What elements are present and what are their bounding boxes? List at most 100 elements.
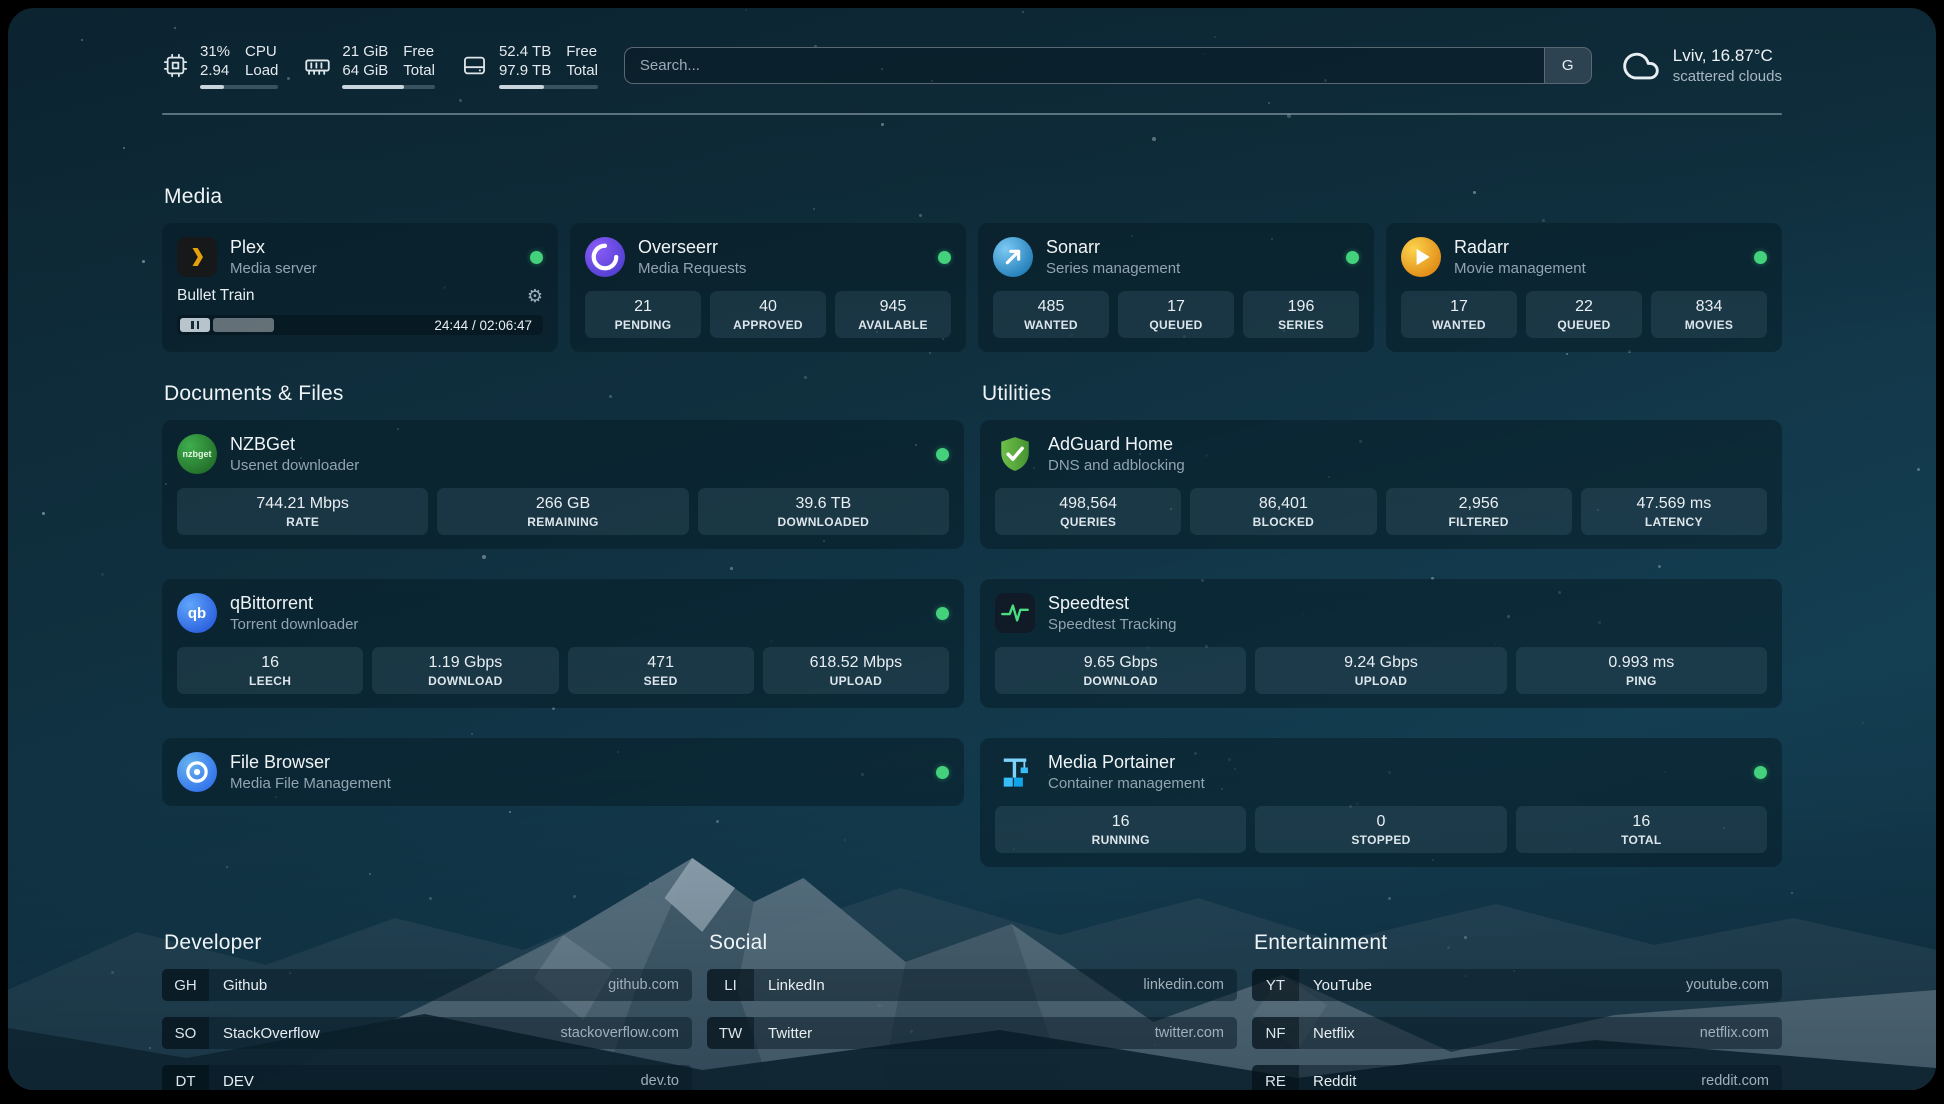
stat-label: DOWNLOADED	[700, 515, 947, 529]
stat-value: 266 GB	[439, 495, 686, 513]
playback-time: 24:44 / 02:06:47	[434, 318, 540, 333]
stat-movies: 834 MOVIES	[1651, 291, 1767, 338]
stat-label: QUEUED	[1528, 318, 1640, 332]
stat-download: 1.19 Gbps DOWNLOAD	[372, 647, 558, 694]
pause-button[interactable]	[180, 318, 210, 332]
search-input[interactable]	[625, 48, 1544, 83]
stat-running: 16 RUNNING	[995, 806, 1246, 853]
service-name: File Browser	[230, 752, 923, 773]
stat-queries: 498,564 QUERIES	[995, 488, 1181, 535]
bookmark-abbr: RE	[1252, 1065, 1299, 1090]
gear-icon[interactable]: ⚙	[527, 287, 543, 305]
status-dot-online	[530, 251, 543, 264]
stat-label: DOWNLOAD	[997, 674, 1244, 688]
stat-value: 17	[1403, 298, 1515, 316]
memory-icon	[304, 52, 331, 79]
stat-label: DOWNLOAD	[374, 674, 556, 688]
section-media: Media Plex Media server Bullet Train ⚙ 2…	[162, 185, 1782, 352]
bookmark-github[interactable]: GH Github github.com	[162, 969, 692, 1001]
service-subtitle: Usenet downloader	[230, 457, 923, 474]
service-card-portainer[interactable]: Media Portainer Container management 16 …	[980, 738, 1782, 867]
service-name: Speedtest	[1048, 593, 1767, 614]
bookmark-url: reddit.com	[1701, 1073, 1782, 1089]
stat-value: 618.52 Mbps	[765, 654, 947, 672]
service-card-overseerr[interactable]: Overseerr Media Requests 21 PENDING 40 A…	[570, 223, 966, 352]
bookmark-netflix[interactable]: NF Netflix netflix.com	[1252, 1017, 1782, 1049]
stat-queued: 17 QUEUED	[1118, 291, 1234, 338]
section-title-entertainment: Entertainment	[1254, 931, 1782, 955]
header-divider	[162, 113, 1782, 115]
bookmark-reddit[interactable]: RE Reddit reddit.com	[1252, 1065, 1782, 1090]
top-bar: 31% 2.94 CPU Load	[162, 8, 1782, 89]
cpu-progress	[200, 85, 278, 89]
service-card-plex[interactable]: Plex Media server Bullet Train ⚙ 24:44 /…	[162, 223, 558, 352]
bookmark-name: LinkedIn	[768, 977, 825, 994]
status-dot-online	[936, 448, 949, 461]
service-card-sonarr[interactable]: Sonarr Series management 485 WANTED 17 Q…	[978, 223, 1374, 352]
bookmark-name: Reddit	[1313, 1073, 1356, 1090]
bookmark-url: github.com	[608, 977, 692, 993]
now-playing-title: Bullet Train	[177, 287, 255, 305]
service-card-nzbget[interactable]: nzbget NZBGet Usenet downloader 744.21 M…	[162, 420, 964, 549]
bookmark-youtube[interactable]: YT YouTube youtube.com	[1252, 969, 1782, 1001]
disk-widget: 52.4 TB 97.9 TB Free Total	[461, 42, 598, 89]
search-provider-button[interactable]: G	[1544, 48, 1591, 83]
service-subtitle: Media Requests	[638, 260, 925, 277]
service-subtitle: Torrent downloader	[230, 616, 923, 633]
bookmark-dev[interactable]: DT DEV dev.to	[162, 1065, 692, 1090]
section-utilities: Utilities AdGuard Home DNS and adblockin…	[980, 382, 1782, 867]
stat-remaining: 266 GB REMAINING	[437, 488, 688, 535]
service-subtitle: Speedtest Tracking	[1048, 616, 1767, 633]
stat-label: PENDING	[587, 318, 699, 332]
stat-value: 945	[837, 298, 949, 316]
stat-label: RATE	[179, 515, 426, 529]
playback-bar[interactable]: 24:44 / 02:06:47	[177, 315, 543, 335]
stat-label: WANTED	[995, 318, 1107, 332]
bookmark-linkedin[interactable]: LI LinkedIn linkedin.com	[707, 969, 1237, 1001]
bookmark-stackoverflow[interactable]: SO StackOverflow stackoverflow.com	[162, 1017, 692, 1049]
stat-value: 16	[179, 654, 361, 672]
service-card-speedtest[interactable]: Speedtest Speedtest Tracking 9.65 Gbps D…	[980, 579, 1782, 708]
stat-label: MOVIES	[1653, 318, 1765, 332]
stat-label: TOTAL	[1518, 833, 1765, 847]
service-card-qbittorrent[interactable]: qb qBittorrent Torrent downloader 16 LEE…	[162, 579, 964, 708]
service-name: qBittorrent	[230, 593, 923, 614]
cpu-values: 31% 2.94	[200, 42, 230, 80]
service-card-radarr[interactable]: Radarr Movie management 17 WANTED 22 QUE…	[1386, 223, 1782, 352]
service-header: nzbget NZBGet Usenet downloader	[177, 434, 949, 474]
overseerr-icon	[585, 237, 625, 277]
stat-series: 196 SERIES	[1243, 291, 1359, 338]
stat-pending: 21 PENDING	[585, 291, 701, 338]
stat-latency: 47.569 ms LATENCY	[1581, 488, 1767, 535]
stat-value: 2,956	[1388, 495, 1570, 513]
stat-value: 40	[712, 298, 824, 316]
stat-upload: 9.24 Gbps UPLOAD	[1255, 647, 1506, 694]
stat-downloaded: 39.6 TB DOWNLOADED	[698, 488, 949, 535]
cpu-labels: CPU Load	[245, 42, 278, 80]
stat-label: APPROVED	[712, 318, 824, 332]
bookmark-name: StackOverflow	[223, 1025, 320, 1042]
service-card-filebrowser[interactable]: File Browser Media File Management	[162, 738, 964, 806]
section-title-developer: Developer	[164, 931, 692, 955]
status-dot-online	[936, 766, 949, 779]
search-bar: G	[624, 47, 1592, 84]
service-header: AdGuard Home DNS and adblocking	[995, 434, 1767, 474]
service-subtitle: Movie management	[1454, 260, 1741, 277]
cloud-icon	[1618, 49, 1660, 83]
memory-progress	[342, 85, 435, 89]
service-name: Sonarr	[1046, 237, 1333, 258]
bookmark-abbr: TW	[707, 1017, 754, 1049]
stat-label: PING	[1518, 674, 1765, 688]
stat-available: 945 AVAILABLE	[835, 291, 951, 338]
speedtest-icon	[995, 593, 1035, 633]
service-subtitle: Media File Management	[230, 775, 923, 792]
now-playing: Bullet Train ⚙ 24:44 / 02:06:47	[177, 287, 543, 335]
disk-labels: Free Total	[566, 42, 598, 80]
service-card-adguard[interactable]: AdGuard Home DNS and adblocking 498,564 …	[980, 420, 1782, 549]
section-title-documents: Documents & Files	[164, 382, 964, 406]
service-stats: 498,564 QUERIES 86,401 BLOCKED 2,956 FIL…	[995, 488, 1767, 535]
bookmark-twitter[interactable]: TW Twitter twitter.com	[707, 1017, 1237, 1049]
bookmark-url: twitter.com	[1155, 1025, 1237, 1041]
stat-value: 17	[1120, 298, 1232, 316]
stat-seed: 471 SEED	[568, 647, 754, 694]
